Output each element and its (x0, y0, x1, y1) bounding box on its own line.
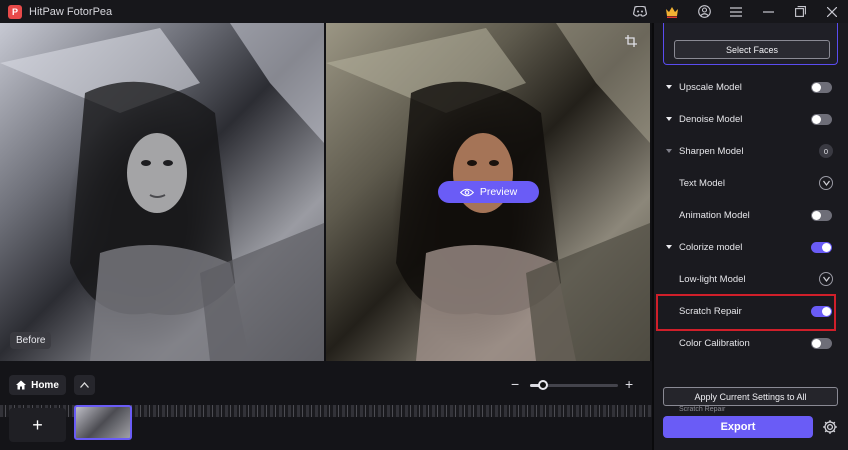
face-model-box: Select Faces (663, 23, 838, 65)
model-toggle[interactable] (811, 241, 832, 253)
image-thumbnail[interactable] (74, 405, 132, 440)
eye-icon (459, 188, 474, 196)
app-title: HitPaw FotorPea (29, 5, 113, 18)
add-image-button[interactable]: + (9, 408, 66, 442)
model-label: Color Calibration (679, 337, 750, 349)
model-label: Denoise Model (679, 113, 743, 125)
collapse-button[interactable] (74, 375, 95, 395)
model-label: Text Model (679, 177, 725, 189)
discord-icon[interactable] (624, 0, 656, 23)
model-label: Sharpen Model (679, 145, 744, 157)
before-label: Before (10, 332, 52, 349)
home-button[interactable]: Home (9, 375, 66, 395)
toggle-knob (812, 210, 821, 220)
model-row[interactable]: Denoise Model (654, 109, 848, 129)
model-row[interactable]: Animation Model (654, 205, 848, 225)
model-toggle[interactable] (811, 113, 832, 125)
model-toggle[interactable] (811, 209, 832, 221)
preview-label: Preview (479, 186, 518, 198)
bottom-toolbar: Home − + + (0, 361, 652, 450)
zoom-slider[interactable] (530, 380, 618, 390)
toggle-knob (812, 114, 821, 124)
export-button[interactable]: Export (663, 416, 813, 438)
preview-button[interactable]: Preview (438, 181, 539, 203)
scratch-repair-highlight (656, 294, 836, 331)
model-row[interactable]: Sharpen Model 0 (654, 141, 848, 161)
app-window: P HitPaw FotorPea Before Preview Home − … (0, 0, 848, 450)
model-row[interactable]: Color Calibration (654, 333, 848, 353)
toggle-knob (812, 82, 821, 92)
app-logo: P (8, 4, 22, 19)
zoom-in-button[interactable]: + (625, 376, 633, 392)
caret-down-icon[interactable] (666, 117, 672, 121)
after-image-pane[interactable]: Preview (326, 23, 650, 361)
model-toggle[interactable] (811, 337, 832, 349)
download-icon[interactable] (819, 176, 833, 190)
crop-icon[interactable] (624, 34, 638, 48)
download-icon[interactable] (819, 272, 833, 286)
model-row[interactable]: Upscale Model (654, 77, 848, 97)
model-toggle[interactable] (811, 81, 832, 93)
model-settings-panel: Select Faces Upscale Model Denoise Model S… (654, 23, 848, 450)
model-count-badge: 0 (819, 144, 833, 158)
before-photo (0, 23, 324, 361)
model-label: Animation Model (679, 209, 750, 221)
select-faces-button[interactable]: Select Faces (674, 40, 830, 59)
restore-icon[interactable] (784, 0, 816, 23)
settings-gear-icon[interactable] (821, 418, 839, 436)
account-icon[interactable] (688, 0, 720, 23)
model-row[interactable]: Colorize model (654, 237, 848, 257)
model-label: Colorize model (679, 241, 743, 253)
zoom-slider-thumb[interactable] (538, 380, 549, 390)
close-icon[interactable] (816, 0, 848, 23)
caret-down-icon[interactable] (666, 149, 672, 153)
scratch-repair-overlap-label: Scratch Repair (679, 406, 726, 413)
toggle-knob (822, 242, 831, 252)
toggle-knob (812, 338, 821, 348)
home-label: Home (31, 379, 59, 391)
model-label: Low-light Model (679, 273, 746, 285)
chevron-up-icon (80, 382, 89, 388)
before-image-pane[interactable]: Before (0, 23, 324, 361)
title-bar: P HitPaw FotorPea (0, 0, 848, 23)
apply-all-button[interactable]: Apply Current Settings to All (663, 387, 838, 406)
menu-icon[interactable] (720, 0, 752, 23)
caret-down-icon[interactable] (666, 85, 672, 89)
caret-down-icon[interactable] (666, 245, 672, 249)
minimize-icon[interactable] (752, 0, 784, 23)
home-icon (16, 380, 27, 390)
model-label: Upscale Model (679, 81, 742, 93)
model-row[interactable]: Low-light Model (654, 269, 848, 289)
title-bar-icons (624, 0, 848, 23)
model-row[interactable]: Text Model (654, 173, 848, 193)
zoom-out-button[interactable]: − (511, 376, 519, 392)
crown-icon[interactable] (656, 0, 688, 23)
